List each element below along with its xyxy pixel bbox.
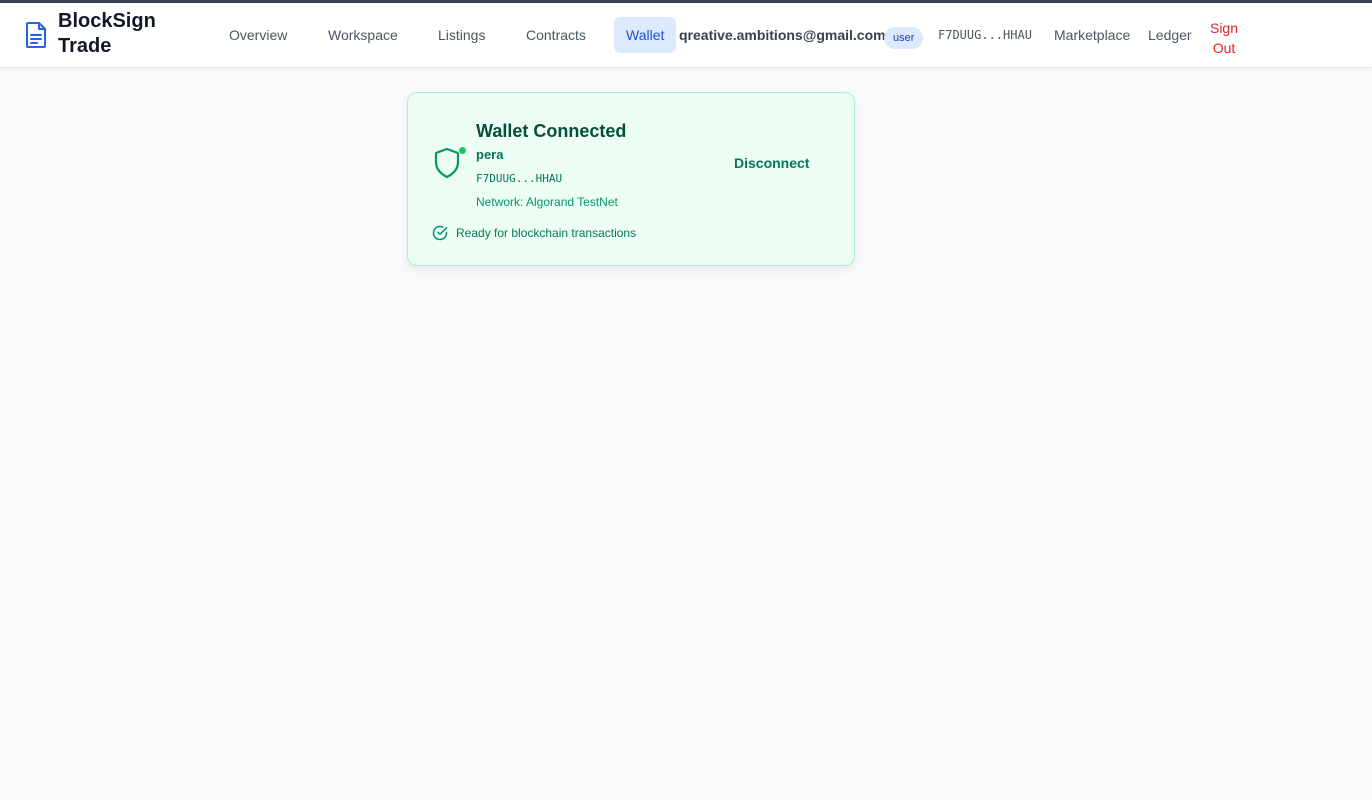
brand-name: BlockSign Trade xyxy=(58,10,156,57)
user-email: qreative.ambitions@gmail.com xyxy=(679,27,886,43)
connected-status-dot xyxy=(458,146,467,155)
brand[interactable]: BlockSign Trade xyxy=(24,9,168,59)
wallet-shield xyxy=(432,146,468,180)
nav-ledger[interactable]: Ledger xyxy=(1148,17,1192,53)
nav-contracts[interactable]: Contracts xyxy=(514,17,598,53)
nav-listings[interactable]: Listings xyxy=(426,17,497,53)
document-icon xyxy=(26,22,46,48)
role-badge: user xyxy=(884,27,924,49)
nav-wallet[interactable]: Wallet xyxy=(614,17,677,53)
wallet-network: Network: Algorand TestNet xyxy=(476,195,618,209)
header-wallet-address: F7DUUG...HHAU xyxy=(938,28,1032,42)
check-circle-icon xyxy=(432,225,448,241)
nav-overview[interactable]: Overview xyxy=(217,17,299,53)
top-navbar: BlockSign Trade Overview Workspace Listi… xyxy=(0,3,1372,68)
ready-status: Ready for blockchain transactions xyxy=(432,225,636,241)
wallet-status-card: Wallet Connected pera F7DUUG...HHAU Netw… xyxy=(407,92,855,266)
wallet-address: F7DUUG...HHAU xyxy=(476,172,563,185)
disconnect-button[interactable]: Disconnect xyxy=(734,151,809,175)
nav-marketplace[interactable]: Marketplace xyxy=(1054,17,1130,53)
sign-out-button[interactable]: Sign Out xyxy=(1209,18,1239,58)
nav-workspace[interactable]: Workspace xyxy=(316,17,410,53)
wallet-card-title: Wallet Connected xyxy=(476,121,627,141)
ready-status-text: Ready for blockchain transactions xyxy=(456,226,637,240)
wallet-provider: pera xyxy=(476,147,504,162)
